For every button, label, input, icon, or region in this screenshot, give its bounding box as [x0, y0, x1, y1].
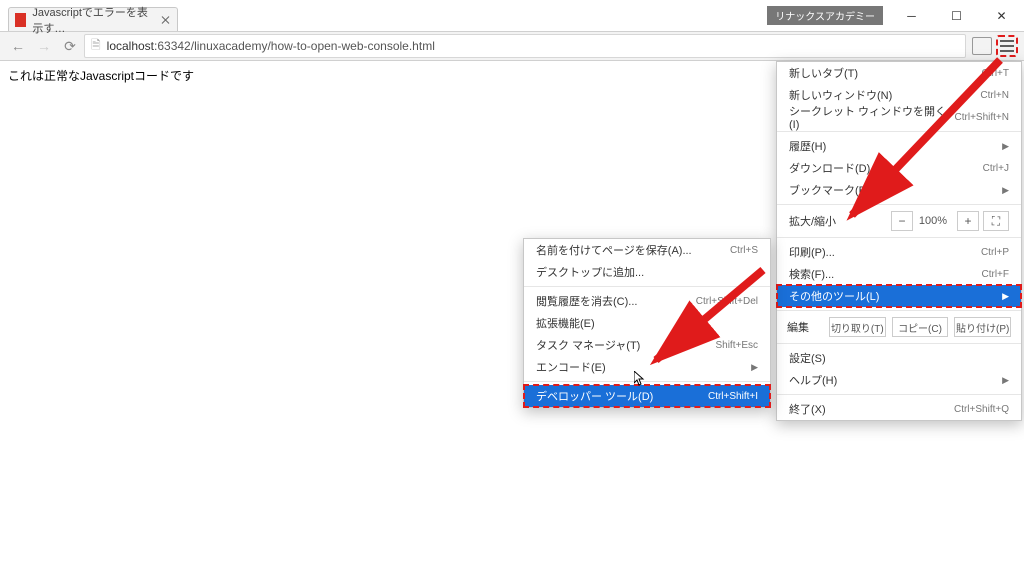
- paste-button[interactable]: 貼り付け(P): [954, 317, 1011, 337]
- url-path: :63342/linuxacademy/how-to-open-web-cons…: [154, 39, 435, 53]
- menu-new-tab[interactable]: 新しいタブ(T)Ctrl+T: [777, 62, 1021, 84]
- menu-history[interactable]: 履歴(H)▶: [777, 135, 1021, 157]
- menu-bookmarks[interactable]: ブックマーク(B)▶: [777, 179, 1021, 201]
- url-bar[interactable]: 🗎 localhost:63342/linuxacademy/how-to-op…: [84, 34, 966, 58]
- menu-zoom-row: 拡大/縮小 − 100% + ⛶: [777, 208, 1021, 234]
- submenu-dev-tools[interactable]: デベロッパー ツール(D)Ctrl+Shift+I: [524, 385, 770, 407]
- submenu-task-manager[interactable]: タスク マネージャ(T)Shift+Esc: [524, 334, 770, 356]
- url-host: localhost: [107, 39, 154, 53]
- minimize-button[interactable]: ─: [889, 1, 934, 31]
- zoom-in-button[interactable]: +: [957, 211, 979, 231]
- page-text: これは正常なJavascriptコードです: [8, 69, 194, 83]
- favicon: [15, 13, 26, 27]
- menu-incognito[interactable]: シークレット ウィンドウを開く(I)Ctrl+Shift+N: [777, 106, 1021, 128]
- chrome-main-menu: 新しいタブ(T)Ctrl+T 新しいウィンドウ(N)Ctrl+N シークレット …: [776, 61, 1022, 421]
- submenu-extensions[interactable]: 拡張機能(E): [524, 312, 770, 334]
- menu-settings[interactable]: 設定(S): [777, 347, 1021, 369]
- submenu-encoding[interactable]: エンコード(E)▶: [524, 356, 770, 378]
- more-tools-submenu: 名前を付けてページを保存(A)...Ctrl+S デスクトップに追加... 閲覧…: [523, 238, 771, 408]
- zoom-label: 拡大/縮小: [789, 213, 887, 229]
- cut-button[interactable]: 切り取り(T): [829, 317, 886, 337]
- menu-help[interactable]: ヘルプ(H)▶: [777, 369, 1021, 391]
- toolbar: ← → ⟳ 🗎 localhost:63342/linuxacademy/how…: [0, 31, 1024, 61]
- page-icon: 🗎: [91, 36, 101, 57]
- menu-more-tools[interactable]: その他のツール(L)▶: [777, 285, 1021, 307]
- titlebar: Javascriptでエラーを表示す… リナックスアカデミー ─ ☐ ✕: [0, 0, 1024, 31]
- fullscreen-button[interactable]: ⛶: [983, 211, 1009, 231]
- zoom-value: 100%: [913, 215, 953, 227]
- edit-label: 編集: [787, 319, 823, 335]
- app-label: リナックスアカデミー: [767, 6, 883, 25]
- submenu-save-as[interactable]: 名前を付けてページを保存(A)...Ctrl+S: [524, 239, 770, 261]
- submenu-clear-browsing[interactable]: 閲覧履歴を消去(C)...Ctrl+Shift+Del: [524, 290, 770, 312]
- reload-button[interactable]: ⟳: [58, 34, 82, 58]
- maximize-button[interactable]: ☐: [934, 1, 979, 31]
- device-mode-icon[interactable]: [972, 37, 992, 55]
- copy-button[interactable]: コピー(C): [892, 317, 949, 337]
- zoom-out-button[interactable]: −: [891, 211, 913, 231]
- hamburger-menu-icon[interactable]: [996, 35, 1018, 57]
- submenu-add-desktop[interactable]: デスクトップに追加...: [524, 261, 770, 283]
- menu-downloads[interactable]: ダウンロード(D)Ctrl+J: [777, 157, 1021, 179]
- tab-title: Javascriptでエラーを表示す…: [32, 4, 153, 36]
- close-button[interactable]: ✕: [979, 1, 1024, 31]
- browser-tab[interactable]: Javascriptでエラーを表示す…: [8, 7, 178, 31]
- back-button[interactable]: ←: [6, 34, 30, 58]
- menu-find[interactable]: 検索(F)...Ctrl+F: [777, 263, 1021, 285]
- forward-button[interactable]: →: [32, 34, 56, 58]
- menu-edit-row: 編集 切り取り(T) コピー(C) 貼り付け(P): [777, 314, 1021, 340]
- tab-close-icon[interactable]: [161, 15, 169, 25]
- menu-print[interactable]: 印刷(P)...Ctrl+P: [777, 241, 1021, 263]
- menu-exit[interactable]: 終了(X)Ctrl+Shift+Q: [777, 398, 1021, 420]
